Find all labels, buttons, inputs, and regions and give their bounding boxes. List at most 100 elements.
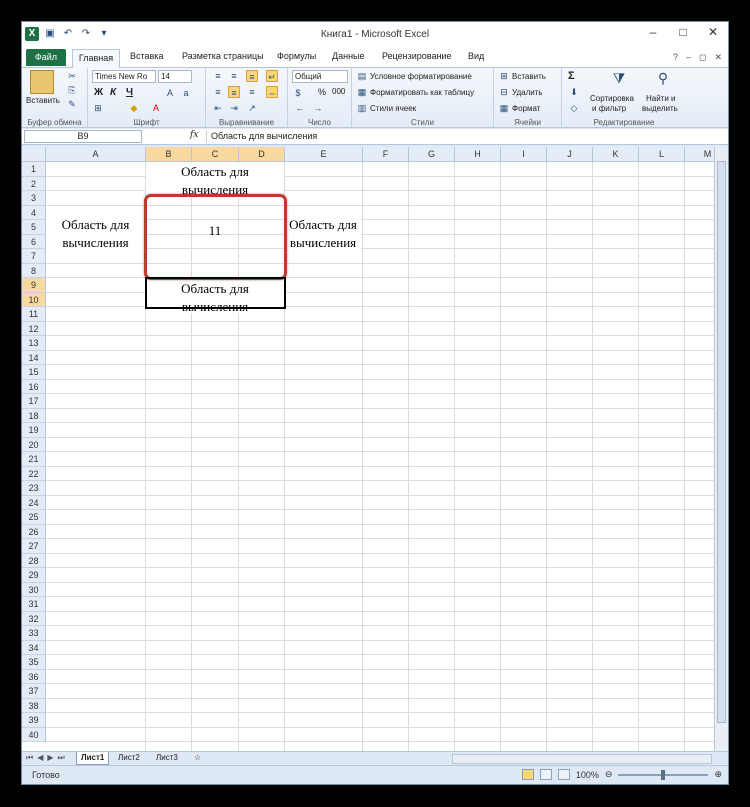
find-select-button[interactable]: Найти и bbox=[646, 94, 676, 103]
orientation-icon[interactable]: ↗ bbox=[246, 102, 258, 114]
spreadsheet-grid[interactable]: A B C D E F G H I J K L M 1 2 3 4 5 6 7 8 9 10 11 12 13 14 15 16 17 18… bbox=[22, 147, 714, 751]
page-break-view-icon[interactable] bbox=[557, 769, 570, 780]
cut-icon[interactable]: ✂ bbox=[66, 70, 78, 82]
workbook-close-icon[interactable]: ✕ bbox=[714, 52, 722, 63]
row-header-19[interactable]: 19 bbox=[22, 423, 46, 438]
column-header-m[interactable]: M bbox=[685, 147, 714, 162]
select-all-corner[interactable] bbox=[22, 147, 46, 162]
percent-button[interactable]: % bbox=[318, 87, 326, 97]
row-header-4[interactable]: 4 bbox=[22, 205, 46, 220]
delete-cells-button[interactable]: Удалить bbox=[512, 88, 543, 97]
row-header-38[interactable]: 38 bbox=[22, 698, 46, 713]
grow-font-icon[interactable]: A bbox=[164, 87, 176, 99]
row-header-33[interactable]: 33 bbox=[22, 626, 46, 641]
row-header-11[interactable]: 11 bbox=[22, 307, 46, 322]
row-header-9[interactable]: 9 bbox=[22, 278, 46, 293]
column-header-i[interactable]: I bbox=[501, 147, 547, 162]
autosum-button[interactable]: Σ bbox=[568, 70, 575, 82]
ribbon-restore-icon[interactable]: ◻ bbox=[699, 52, 706, 63]
vertical-scrollbar[interactable] bbox=[714, 147, 728, 751]
column-header-e[interactable]: E bbox=[285, 147, 363, 162]
sheet-tab-1[interactable]: Лист1 bbox=[76, 752, 110, 765]
row-header-10[interactable]: 10 bbox=[22, 292, 46, 307]
thousands-button[interactable]: 000 bbox=[332, 87, 345, 96]
row-header-12[interactable]: 12 bbox=[22, 321, 46, 336]
sheet-tab-3[interactable]: Лист3 bbox=[152, 752, 182, 765]
tab-page-layout[interactable]: Разметка страницы bbox=[182, 51, 264, 61]
font-color-icon[interactable]: A bbox=[150, 102, 162, 114]
page-layout-view-icon[interactable] bbox=[539, 769, 552, 780]
cell-e5-merged[interactable]: Область для вычисления bbox=[285, 216, 361, 254]
name-box[interactable]: B9 bbox=[24, 130, 142, 143]
row-header-40[interactable]: 40 bbox=[22, 727, 46, 742]
row-header-30[interactable]: 30 bbox=[22, 582, 46, 597]
row-header-22[interactable]: 22 bbox=[22, 466, 46, 481]
format-cells-button[interactable]: Формат bbox=[512, 104, 540, 113]
zoom-level[interactable]: 100% bbox=[576, 770, 599, 780]
row-header-25[interactable]: 25 bbox=[22, 510, 46, 525]
row-header-36[interactable]: 36 bbox=[22, 669, 46, 684]
column-header-d[interactable]: D bbox=[239, 147, 285, 162]
column-header-g[interactable]: G bbox=[409, 147, 455, 162]
insert-function-button[interactable]: fx bbox=[190, 130, 198, 140]
tab-review[interactable]: Рецензирование bbox=[382, 51, 452, 61]
formula-input[interactable]: Область для вычисления bbox=[206, 130, 712, 143]
tab-view[interactable]: Вид bbox=[468, 51, 484, 61]
align-left-icon[interactable]: ≡ bbox=[212, 86, 224, 98]
column-header-l[interactable]: L bbox=[639, 147, 685, 162]
row-header-26[interactable]: 26 bbox=[22, 524, 46, 539]
conditional-formatting-button[interactable]: Условное форматирование bbox=[370, 72, 472, 81]
increase-indent-icon[interactable]: ⇥ bbox=[228, 102, 240, 114]
align-right-icon[interactable]: ≡ bbox=[246, 86, 258, 98]
row-header-2[interactable]: 2 bbox=[22, 176, 46, 191]
ribbon-minimize-icon[interactable]: – bbox=[686, 52, 691, 63]
vertical-scroll-thumb[interactable] bbox=[717, 161, 726, 723]
row-header-15[interactable]: 15 bbox=[22, 365, 46, 380]
row-header-39[interactable]: 39 bbox=[22, 713, 46, 728]
insert-cells-button[interactable]: Вставить bbox=[512, 72, 546, 81]
clear-icon[interactable]: ◇ bbox=[568, 102, 580, 114]
column-header-b[interactable]: B bbox=[146, 147, 192, 162]
row-header-7[interactable]: 7 bbox=[22, 249, 46, 264]
last-sheet-icon[interactable]: ⏭ bbox=[58, 753, 65, 763]
tab-insert[interactable]: Вставка bbox=[130, 51, 163, 61]
increase-decimal-icon[interactable]: ← bbox=[294, 102, 306, 114]
font-size-select[interactable]: 14 bbox=[158, 70, 192, 83]
paste-icon[interactable] bbox=[30, 70, 54, 94]
normal-view-icon[interactable] bbox=[521, 769, 534, 780]
row-header-16[interactable]: 16 bbox=[22, 379, 46, 394]
close-button[interactable]: ✕ bbox=[698, 22, 728, 44]
row-header-32[interactable]: 32 bbox=[22, 611, 46, 626]
zoom-slider-knob[interactable] bbox=[661, 769, 666, 780]
row-header-17[interactable]: 17 bbox=[22, 394, 46, 409]
row-header-1[interactable]: 1 bbox=[22, 162, 46, 177]
underline-button[interactable]: Ч bbox=[126, 87, 133, 98]
horizontal-scrollbar[interactable] bbox=[452, 754, 712, 764]
row-header-14[interactable]: 14 bbox=[22, 350, 46, 365]
cell-a5-merged[interactable]: Область для вычисления bbox=[46, 216, 145, 254]
decrease-indent-icon[interactable]: ⇤ bbox=[212, 102, 224, 114]
sort-filter-button[interactable]: Сортировка bbox=[590, 94, 634, 103]
next-sheet-icon[interactable]: ▶ bbox=[47, 753, 53, 763]
row-header-35[interactable]: 35 bbox=[22, 655, 46, 670]
sheet-tab-2[interactable]: Лист2 bbox=[114, 752, 144, 765]
column-header-k[interactable]: K bbox=[593, 147, 639, 162]
column-header-j[interactable]: J bbox=[547, 147, 593, 162]
help-icon[interactable]: ? bbox=[673, 52, 678, 63]
tab-formulas[interactable]: Формулы bbox=[277, 51, 316, 61]
cell-styles-button[interactable]: Стили ячеек bbox=[370, 104, 416, 113]
copy-icon[interactable]: ⎘ bbox=[66, 84, 78, 96]
row-header-8[interactable]: 8 bbox=[22, 263, 46, 278]
row-header-37[interactable]: 37 bbox=[22, 684, 46, 699]
row-header-24[interactable]: 24 bbox=[22, 495, 46, 510]
align-center-icon[interactable]: ≡ bbox=[228, 86, 240, 98]
merge-center-icon[interactable]: ⇔ bbox=[266, 86, 278, 98]
paste-button[interactable]: Вставить bbox=[26, 96, 60, 105]
row-header-18[interactable]: 18 bbox=[22, 408, 46, 423]
row-header-34[interactable]: 34 bbox=[22, 640, 46, 655]
align-middle-icon[interactable]: ≡ bbox=[228, 70, 240, 82]
center-cell-value[interactable]: 11 bbox=[148, 222, 282, 242]
column-header-a[interactable]: A bbox=[46, 147, 146, 162]
format-as-table-button[interactable]: Форматировать как таблицу bbox=[370, 88, 474, 97]
row-header-3[interactable]: 3 bbox=[22, 191, 46, 206]
